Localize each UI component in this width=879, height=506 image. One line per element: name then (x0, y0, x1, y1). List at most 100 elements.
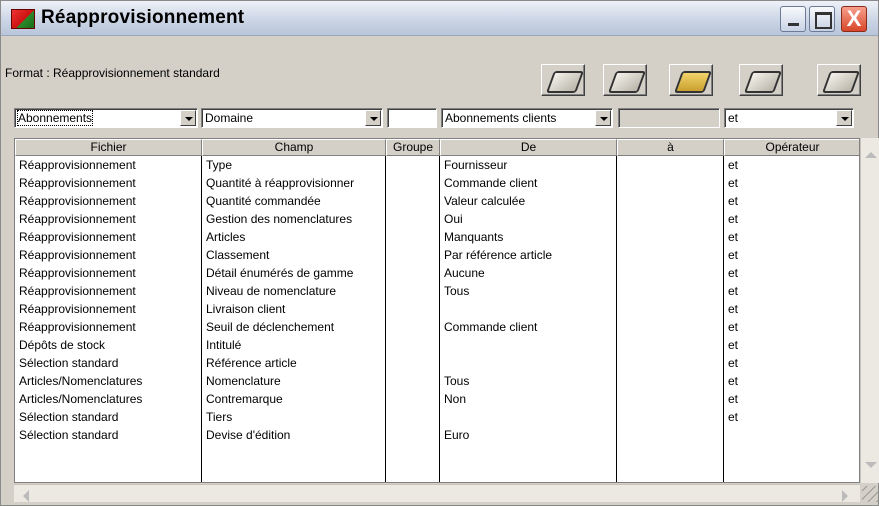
cell-a[interactable] (617, 192, 723, 210)
save-button[interactable] (541, 64, 585, 96)
cell-groupe[interactable] (386, 282, 439, 300)
header-champ[interactable]: Champ (202, 139, 386, 156)
cell-champ[interactable]: Gestion des nomenclatures (202, 210, 385, 228)
cell-groupe[interactable] (386, 192, 439, 210)
cell-operateur[interactable]: et (724, 336, 859, 354)
cell-groupe[interactable] (386, 174, 439, 192)
cell-fichier[interactable]: Réapprovisionnement (15, 282, 201, 300)
minimize-button[interactable] (780, 6, 806, 32)
cell-de[interactable] (440, 408, 616, 426)
operator-select[interactable]: et (724, 108, 854, 128)
cell-champ[interactable]: Articles (202, 228, 385, 246)
export-button[interactable] (817, 64, 861, 96)
cell-de[interactable]: Par référence article (440, 246, 616, 264)
cell-de[interactable]: Manquants (440, 228, 616, 246)
cell-a[interactable] (617, 426, 723, 444)
chevron-down-icon[interactable] (595, 110, 611, 126)
cell-operateur[interactable]: et (724, 408, 859, 426)
cell-champ[interactable]: Détail énumérés de gamme (202, 264, 385, 282)
cell-groupe[interactable] (386, 426, 439, 444)
cell-champ[interactable]: Type (202, 156, 385, 174)
cell-operateur[interactable]: et (724, 300, 859, 318)
cell-fichier[interactable]: Sélection standard (15, 408, 201, 426)
header-operateur[interactable]: Opérateur (724, 139, 859, 156)
cell-groupe[interactable] (386, 210, 439, 228)
cell-de[interactable]: Oui (440, 210, 616, 228)
cell-de[interactable]: Non (440, 390, 616, 408)
scroll-left-icon[interactable] (17, 487, 33, 502)
selection-table[interactable]: Fichier Champ Groupe De à Opérateur Réap… (14, 138, 860, 483)
field-select[interactable]: Domaine (201, 108, 383, 128)
cell-champ[interactable]: Quantité à réapprovisionner (202, 174, 385, 192)
cell-operateur[interactable]: et (724, 318, 859, 336)
cell-operateur[interactable]: et (724, 210, 859, 228)
cell-fichier[interactable]: Réapprovisionnement (15, 318, 201, 336)
scroll-up-icon[interactable] (863, 148, 877, 162)
cell-a[interactable] (617, 336, 723, 354)
header-fichier[interactable]: Fichier (15, 139, 202, 156)
cell-fichier[interactable]: Articles/Nomenclatures (15, 372, 201, 390)
cell-a[interactable] (617, 390, 723, 408)
cell-de[interactable]: Aucune (440, 264, 616, 282)
cell-champ[interactable]: Seuil de déclenchement (202, 318, 385, 336)
cell-champ[interactable]: Niveau de nomenclature (202, 282, 385, 300)
scroll-down-icon[interactable] (863, 458, 877, 472)
cell-champ[interactable]: Tiers (202, 408, 385, 426)
cell-de[interactable]: Euro (440, 426, 616, 444)
chevron-down-icon[interactable] (180, 110, 196, 126)
cell-fichier[interactable]: Réapprovisionnement (15, 300, 201, 318)
cell-a[interactable] (617, 174, 723, 192)
cell-a[interactable] (617, 156, 723, 174)
cell-operateur[interactable]: et (724, 246, 859, 264)
title-bar[interactable]: Réapprovisionnement X (1, 1, 878, 36)
open-button[interactable] (669, 64, 713, 96)
cell-operateur[interactable]: et (724, 354, 859, 372)
cell-de[interactable]: Commande client (440, 174, 616, 192)
cell-groupe[interactable] (386, 336, 439, 354)
cell-champ[interactable]: Livraison client (202, 300, 385, 318)
cell-de[interactable]: Commande client (440, 318, 616, 336)
file-select[interactable]: Abonnements (14, 108, 198, 128)
cell-a[interactable] (617, 246, 723, 264)
from-select[interactable]: Abonnements clients (441, 108, 613, 128)
cell-de[interactable]: Fournisseur (440, 156, 616, 174)
cell-fichier[interactable]: Réapprovisionnement (15, 264, 201, 282)
vertical-scrollbar[interactable] (860, 138, 879, 483)
cell-groupe[interactable] (386, 408, 439, 426)
cell-fichier[interactable]: Réapprovisionnement (15, 210, 201, 228)
resize-grip-icon[interactable] (862, 486, 878, 502)
cell-operateur[interactable]: et (724, 192, 859, 210)
scroll-right-icon[interactable] (838, 487, 854, 502)
cell-a[interactable] (617, 264, 723, 282)
cell-a[interactable] (617, 318, 723, 336)
cell-fichier[interactable]: Articles/Nomenclatures (15, 390, 201, 408)
cell-de[interactable] (440, 354, 616, 372)
cell-groupe[interactable] (386, 228, 439, 246)
chevron-down-icon[interactable] (836, 110, 852, 126)
header-a[interactable]: à (617, 139, 724, 156)
cell-groupe[interactable] (386, 246, 439, 264)
cell-champ[interactable]: Devise d'édition (202, 426, 385, 444)
cell-de[interactable]: Tous (440, 372, 616, 390)
save-as-button[interactable] (603, 64, 647, 96)
cell-operateur[interactable]: et (724, 282, 859, 300)
horizontal-scrollbar[interactable] (14, 484, 860, 502)
cell-champ[interactable]: Classement (202, 246, 385, 264)
cell-de[interactable] (440, 300, 616, 318)
chevron-down-icon[interactable] (365, 110, 381, 126)
cell-operateur[interactable]: et (724, 372, 859, 390)
cell-champ[interactable]: Contremarque (202, 390, 385, 408)
cell-fichier[interactable]: Réapprovisionnement (15, 246, 201, 264)
cell-fichier[interactable]: Réapprovisionnement (15, 192, 201, 210)
cell-operateur[interactable]: et (724, 174, 859, 192)
cell-operateur[interactable] (724, 426, 859, 444)
cell-a[interactable] (617, 210, 723, 228)
maximize-button[interactable] (809, 6, 835, 32)
cell-fichier[interactable]: Réapprovisionnement (15, 174, 201, 192)
group-input[interactable] (387, 108, 437, 128)
cell-a[interactable] (617, 372, 723, 390)
cell-a[interactable] (617, 300, 723, 318)
cell-de[interactable]: Tous (440, 282, 616, 300)
header-groupe[interactable]: Groupe (386, 139, 440, 156)
cell-operateur[interactable]: et (724, 264, 859, 282)
